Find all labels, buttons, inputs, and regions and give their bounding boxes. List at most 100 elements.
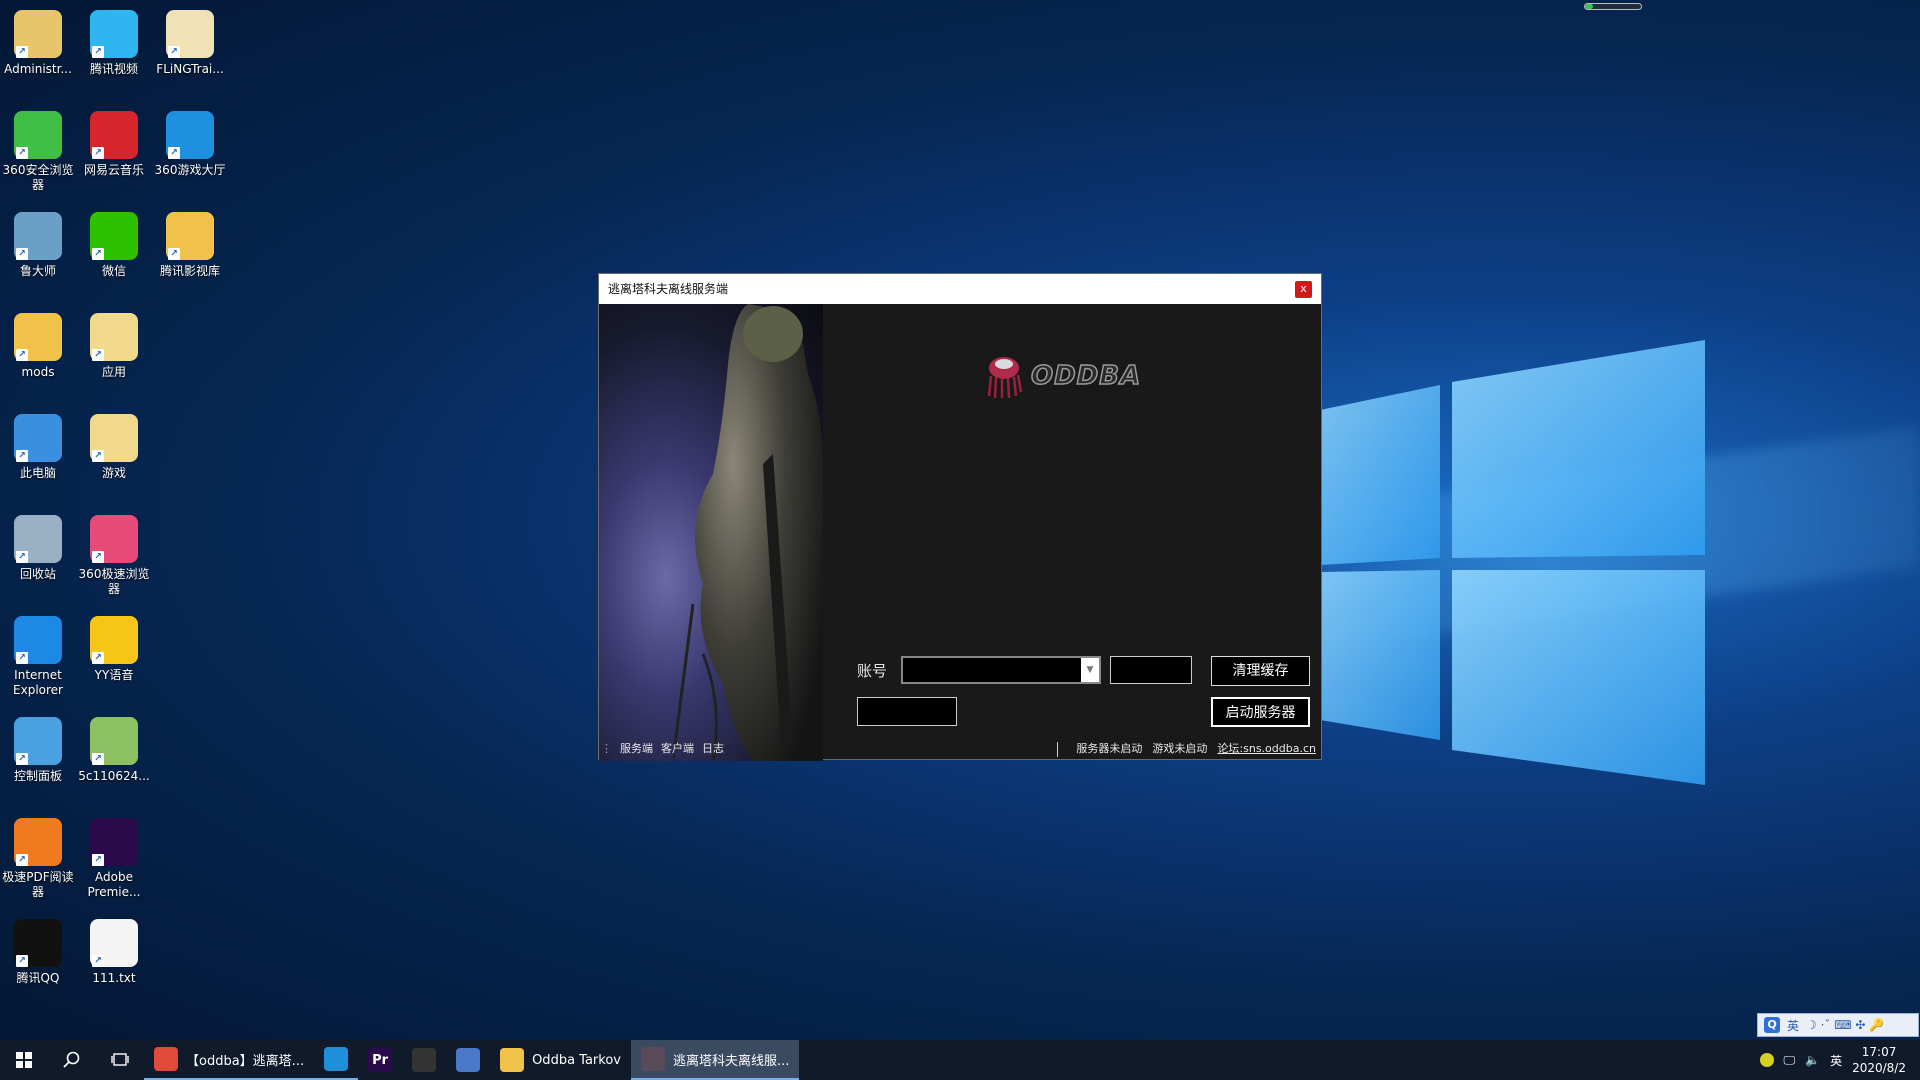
desktop-icon-grid: ↗ Administr... ↗ 腾讯视频 ↗ FLiNGTrai... ↗ 360安全浏览器…	[0, 0, 240, 1020]
logo-text: ODDBA	[1030, 360, 1142, 392]
desktop-icon[interactable]: ↗ 鲁大师	[0, 206, 76, 279]
desktop-icon[interactable]: ↗ 111.txt	[76, 913, 152, 986]
desktop-icon[interactable]: ↗ 腾讯QQ	[0, 913, 76, 986]
clear-cache-button[interactable]: 清理缓存	[1211, 656, 1310, 686]
desktop-icon[interactable]: ↗ 微信	[76, 206, 152, 279]
progress-fill	[1585, 4, 1594, 9]
desktop-icon[interactable]: ↗ Internet Explorer	[0, 610, 76, 698]
shortcut-arrow-icon: ↗	[92, 652, 104, 664]
desktop-icon[interactable]: ↗ 此电脑	[0, 408, 76, 481]
task-view-icon[interactable]	[96, 1040, 144, 1080]
ime-language[interactable]: 英	[1787, 1017, 1799, 1034]
start-server-button[interactable]: 启动服务器	[1211, 697, 1310, 727]
desktop-icon-label: mods	[21, 365, 55, 379]
ime-tray-language[interactable]: 英	[1830, 1052, 1842, 1069]
network-icon[interactable]: 🖵	[1784, 1053, 1796, 1068]
account-combobox[interactable]: ▼	[901, 656, 1101, 684]
taskbar-app[interactable]	[446, 1040, 490, 1080]
desktop-icon[interactable]: ↗ 网易云音乐	[76, 105, 152, 178]
volume-icon[interactable]: 🔈	[1805, 1053, 1820, 1067]
shortcut-arrow-icon: ↗	[16, 248, 28, 260]
wechat-icon: ↗	[90, 212, 138, 260]
desktop-icon[interactable]: ↗ 极速PDF阅读器	[0, 812, 76, 900]
tab-grip-icon: ⋮	[601, 742, 612, 755]
account-input[interactable]	[903, 658, 1081, 682]
chevron-down-icon[interactable]: ▼	[1081, 658, 1099, 682]
taskbar-app[interactable]	[402, 1040, 446, 1080]
shortcut-arrow-icon: ↗	[168, 147, 180, 159]
shortcut-arrow-icon: ↗	[92, 753, 104, 765]
desktop-icon[interactable]: ↗ 360安全浏览器	[0, 105, 76, 193]
desktop-icon-label: Administr...	[4, 62, 72, 76]
folder-icon	[500, 1048, 525, 1072]
shortcut-arrow-icon: ↗	[16, 349, 28, 361]
taskbar-app[interactable]: 逃离塔科夫离线服...	[630, 1040, 800, 1080]
taskbar-app[interactable]: Oddba Tarkov	[490, 1040, 631, 1080]
clock[interactable]: 17:07 2020/8/2	[1852, 1044, 1906, 1076]
tab-client[interactable]: 客户端	[661, 739, 694, 759]
desktop-icon[interactable]: ↗ 控制面板	[0, 711, 76, 784]
server-status: 服务器未启动	[1076, 742, 1143, 755]
shortcut-arrow-icon: ↗	[92, 46, 104, 58]
control-panel-icon: ↗	[14, 717, 62, 765]
tarkov-icon	[412, 1048, 437, 1072]
taskbar-apps: 【oddba】逃离塔... Pr Oddba Tarkov 逃离塔科夫离线服...	[144, 1040, 800, 1080]
password-field[interactable]	[1110, 656, 1192, 684]
shortcut-arrow-icon: ↗	[16, 955, 28, 967]
desktop-icon[interactable]: ↗ Administr...	[0, 4, 76, 77]
desktop-icon[interactable]: ↗ 腾讯视频	[76, 4, 152, 77]
ime-logo-icon[interactable]: Q	[1764, 1017, 1780, 1033]
folder-icon: ↗	[166, 212, 214, 260]
desktop-icon[interactable]: ↗ 回收站	[0, 509, 76, 582]
tab-server[interactable]: 服务端	[620, 739, 653, 759]
desktop-icon-label: YY语音	[94, 668, 134, 682]
desktop-icon[interactable]: ↗ 5c110624...	[76, 711, 152, 784]
shortcut-arrow-icon: ↗	[92, 955, 104, 967]
desktop-icon-label: 111.txt	[92, 971, 136, 985]
desktop-icon[interactable]: ↗ 腾讯影视库	[152, 206, 228, 279]
shortcut-arrow-icon: ↗	[92, 147, 104, 159]
taskbar-app[interactable]	[314, 1040, 359, 1080]
desktop-icon[interactable]: ↗ 应用	[76, 307, 152, 380]
shortcut-arrow-icon: ↗	[16, 753, 28, 765]
360-game-icon: ↗	[166, 111, 214, 159]
desktop-icon[interactable]: ↗ YY语音	[76, 610, 152, 683]
desktop-icon[interactable]: ↗ 360游戏大厅	[152, 105, 228, 178]
desktop-icon-label: 360安全浏览器	[2, 163, 74, 192]
secondary-field[interactable]	[857, 697, 957, 726]
forum-link[interactable]: 论坛:sns.oddba.cn	[1217, 739, 1316, 759]
desktop-icon-label: 腾讯影视库	[159, 264, 220, 278]
computer-icon: ↗	[14, 414, 62, 462]
desktop-icon-label: 腾讯视频	[89, 62, 138, 76]
desktop-icon[interactable]: ↗ Adobe Premie...	[76, 812, 152, 900]
clock-date: 2020/8/2	[1852, 1061, 1906, 1075]
taskbar-app-label: 逃离塔科夫离线服...	[672, 1053, 790, 1069]
security-tray-icon[interactable]	[1759, 1053, 1774, 1067]
tencent-video-icon: ↗	[90, 10, 138, 58]
desktop-icon[interactable]: ↗ FLiNGTrai...	[152, 4, 228, 77]
desktop-icon[interactable]: ↗ mods	[0, 307, 76, 380]
clock-time: 17:07	[1861, 1045, 1897, 1059]
taskbar: 【oddba】逃离塔... Pr Oddba Tarkov 逃离塔科夫离线服... 🖵…	[0, 1040, 1920, 1080]
tarkov-server-icon	[640, 1047, 665, 1071]
ime-toolbar[interactable]: Q 英 ☽ ·ˇ ⌨ ✣ 🔑	[1757, 1013, 1919, 1037]
desktop-icon[interactable]: ↗ 游戏	[76, 408, 152, 481]
windows-logo-wallpaper	[1320, 340, 1705, 785]
folder-icon: ↗	[14, 313, 62, 361]
ime-extra-icons[interactable]: ☽ ·ˇ ⌨ ✣ 🔑	[1806, 1018, 1884, 1032]
search-icon[interactable]	[48, 1040, 96, 1080]
desktop-icon[interactable]: ↗ 360极速浏览器	[76, 509, 152, 597]
close-button[interactable]: x	[1295, 281, 1312, 298]
windows-start-icon[interactable]	[0, 1040, 48, 1080]
taskbar-app[interactable]: Pr	[358, 1040, 402, 1080]
window-titlebar[interactable]: 逃离塔科夫离线服务端 x	[599, 274, 1321, 304]
desktop-icon-label: 应用	[101, 365, 126, 379]
tab-log[interactable]: 日志	[702, 739, 724, 759]
shortcut-arrow-icon: ↗	[16, 551, 28, 563]
desktop-icon-label: Adobe Premie...	[87, 870, 141, 899]
window-body: ODDBA 账号 ▼ 清理缓存 启动服务器 ⋮ 服务端 客户端 日志 服务器未启…	[599, 304, 1321, 761]
taskbar-app[interactable]: 【oddba】逃离塔...	[144, 1040, 315, 1080]
shortcut-arrow-icon: ↗	[16, 854, 28, 866]
shortcut-arrow-icon: ↗	[92, 349, 104, 361]
desktop-icon-label: 微信	[101, 264, 126, 278]
